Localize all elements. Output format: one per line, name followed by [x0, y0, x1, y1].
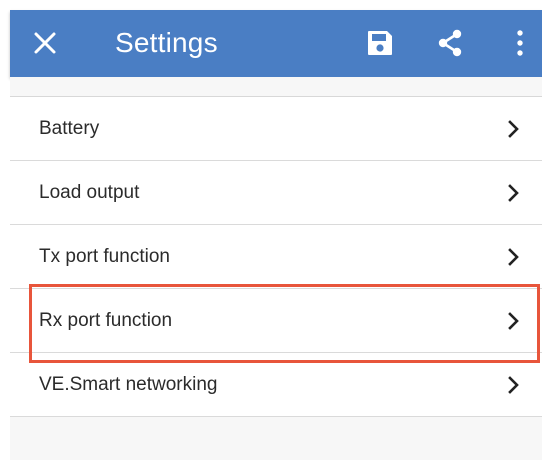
chevron-right-icon [508, 120, 519, 138]
more-vertical-icon[interactable] [510, 28, 530, 58]
chevron-right-icon [508, 312, 519, 330]
app-bar: Settings [10, 10, 542, 77]
page-title: Settings [115, 27, 218, 58]
chevron-right-icon [508, 184, 519, 202]
empty-area [10, 417, 542, 460]
settings-item-ve-smart-networking[interactable]: VE.Smart networking [10, 352, 542, 416]
settings-item-rx-port-function[interactable]: Rx port function [10, 288, 542, 352]
list-top-spacer [10, 77, 542, 96]
settings-item-label: Rx port function [39, 310, 173, 331]
settings-item-tx-port-function[interactable]: Tx port function [10, 224, 542, 288]
settings-item-load-output[interactable]: Load output [10, 160, 542, 224]
close-icon[interactable] [32, 30, 58, 56]
settings-item-label: Battery [39, 118, 100, 139]
settings-list: Battery Load output Tx port function Rx … [10, 96, 542, 417]
save-icon[interactable] [365, 28, 395, 58]
settings-item-battery[interactable]: Battery [10, 96, 542, 160]
settings-item-label: VE.Smart networking [39, 374, 218, 395]
chevron-right-icon [508, 248, 519, 266]
settings-item-label: Tx port function [39, 246, 170, 267]
chevron-right-icon [508, 376, 519, 394]
settings-item-label: Load output [39, 182, 140, 203]
share-icon[interactable] [435, 28, 465, 58]
